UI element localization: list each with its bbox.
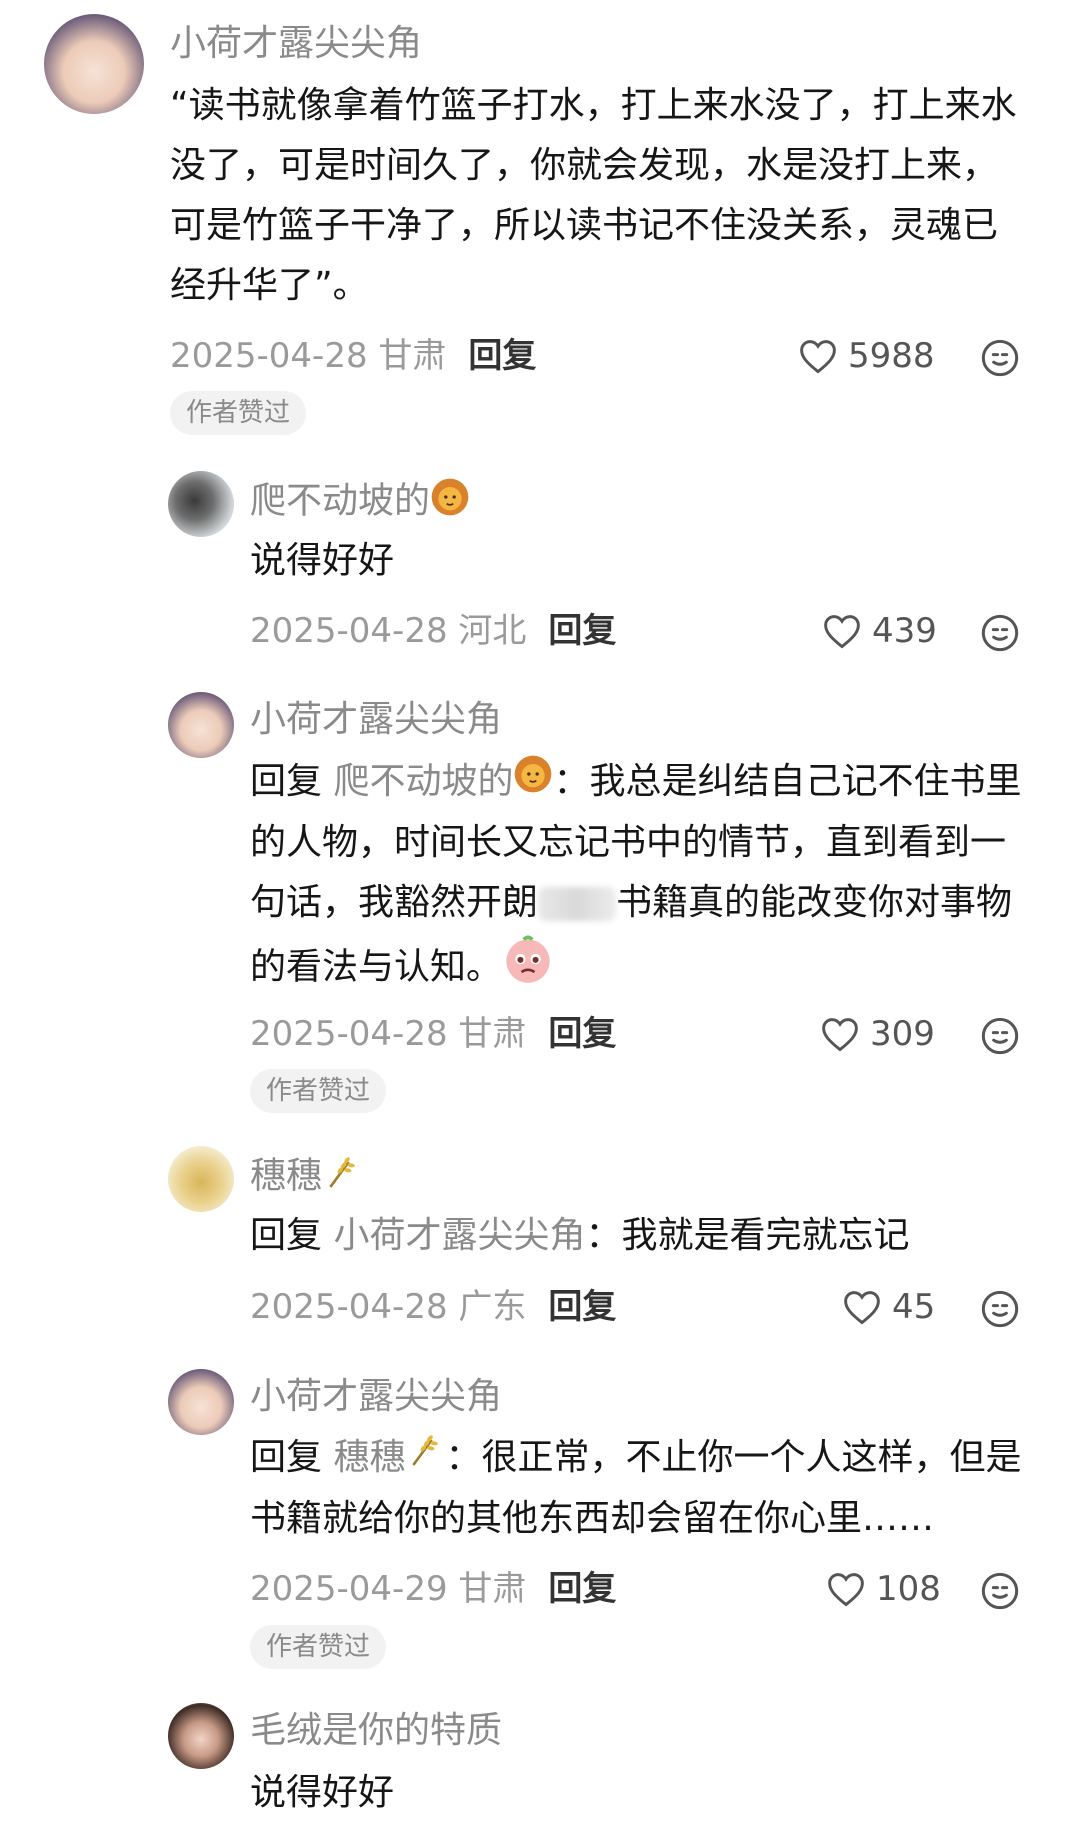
wheat-emoji-icon xyxy=(322,1152,362,1203)
reply-text: 回复 小荷才露尖尖角：我就是看完就忘记 xyxy=(250,1206,1080,1266)
reply-text: 回复 爬不动坡的 ：我总是纠结自己记不住书里的人物，时间长又忘记书中的情节，直到看… xyxy=(250,752,1040,1004)
like-button[interactable]: 45 xyxy=(842,1285,935,1329)
reply-to-user[interactable]: 小荷才露尖尖角 xyxy=(333,1215,585,1256)
reply-author[interactable]: 毛绒是你的特质 xyxy=(250,1709,502,1753)
reply-prefix: 回复 xyxy=(250,1215,323,1256)
reply-to-name: 爬不动坡的 xyxy=(333,761,514,802)
heart-outline-icon xyxy=(828,1573,864,1607)
reply-text: 说得好好 xyxy=(250,540,395,581)
emoji-face-icon[interactable] xyxy=(980,338,1020,378)
reply-date-location: 2025-04-29 甘肃 xyxy=(250,1569,527,1609)
emoji-face-icon[interactable] xyxy=(980,1571,1020,1611)
lion-emoji-icon xyxy=(430,477,470,528)
reply-author[interactable]: 穗穗 xyxy=(250,1152,362,1203)
reply-date-location: 2025-04-28 广东 xyxy=(250,1287,527,1327)
heart-outline-icon xyxy=(824,615,860,649)
reply-text: 回复 穗穗 ：很正常，不止你一个人这样，但是书籍就给你的其他东西却会留在你心里…… xyxy=(250,1428,1040,1549)
reply-date-location: 2025-04-28 河北 xyxy=(250,611,527,651)
avatar[interactable] xyxy=(168,692,234,758)
avatar[interactable] xyxy=(168,1703,234,1769)
comment-text: “读书就像拿着竹篮子打水，打上来水没了，打上来水没了，可是时间久了，你就会发现，… xyxy=(170,85,1017,306)
avatar[interactable] xyxy=(168,1146,234,1212)
like-button[interactable]: 108 xyxy=(826,1567,941,1611)
reply-prefix: 回复 xyxy=(250,1437,323,1478)
avatar[interactable] xyxy=(44,14,144,114)
reply-author[interactable]: 小荷才露尖尖角 xyxy=(250,698,502,742)
reply-button[interactable]: 回复 xyxy=(548,1014,616,1054)
lion-emoji-icon xyxy=(513,753,553,813)
like-count: 309 xyxy=(870,1014,935,1054)
comment-meta: 2025-04-28 甘肃 回复 xyxy=(170,334,536,378)
wheat-emoji-icon xyxy=(405,1429,445,1489)
author-liked-badge: 作者赞过 xyxy=(250,1625,387,1669)
reply-to-name: 穗穗 xyxy=(333,1437,406,1478)
reply-button[interactable]: 回复 xyxy=(548,1287,616,1327)
heart-outline-icon xyxy=(800,340,836,374)
reply-button[interactable]: 回复 xyxy=(548,611,616,651)
like-count: 5988 xyxy=(848,336,935,376)
like-count: 45 xyxy=(892,1287,936,1327)
reply-author-name: 穗穗 xyxy=(250,1155,323,1197)
emoji-face-icon[interactable] xyxy=(980,1016,1020,1056)
reply-author[interactable]: 爬不动坡的 xyxy=(250,477,470,528)
reply-to-user[interactable]: 爬不动坡的 xyxy=(333,755,553,802)
reply-prefix: 回复 xyxy=(250,761,323,802)
reply-body: ：我就是看完就忘记 xyxy=(585,1215,910,1256)
like-button[interactable]: 309 xyxy=(820,1012,935,1056)
reply-meta: 2025-04-28 河北 回复 xyxy=(250,609,616,653)
like-count: 108 xyxy=(876,1569,941,1609)
avatar[interactable] xyxy=(168,471,234,537)
avatar[interactable] xyxy=(168,1369,234,1435)
reply-meta: 2025-04-28 甘肃 回复 xyxy=(250,1012,616,1056)
heart-outline-icon xyxy=(844,1291,880,1325)
comment-date-location: 2025-04-28 甘肃 xyxy=(170,336,447,376)
emoji-face-icon[interactable] xyxy=(980,613,1020,653)
like-count: 439 xyxy=(872,611,937,651)
author-liked-badge: 作者赞过 xyxy=(250,1069,387,1113)
reply-author-name: 爬不动坡的 xyxy=(250,480,431,522)
author-liked-badge: 作者赞过 xyxy=(170,391,307,435)
emoji-face-icon[interactable] xyxy=(980,1289,1020,1329)
like-button[interactable]: 439 xyxy=(822,609,937,653)
reply-meta: 2025-04-29 甘肃 回复 xyxy=(250,1567,616,1611)
heart-outline-icon xyxy=(822,1018,858,1052)
blurred-text xyxy=(538,887,617,921)
comment-author[interactable]: 小荷才露尖尖角 xyxy=(170,22,422,66)
like-button[interactable]: 5988 xyxy=(798,334,935,378)
reply-text: 说得好好 xyxy=(250,1772,395,1813)
reply-author[interactable]: 小荷才露尖尖角 xyxy=(250,1375,502,1419)
reply-date-location: 2025-04-28 甘肃 xyxy=(250,1014,527,1054)
reply-to-user[interactable]: 穗穗 xyxy=(333,1435,445,1478)
pleading-face-emoji-icon xyxy=(502,933,554,1004)
reply-button[interactable]: 回复 xyxy=(468,336,536,376)
reply-meta: 2025-04-28 广东 回复 xyxy=(250,1285,616,1329)
reply-button[interactable]: 回复 xyxy=(548,1569,616,1609)
